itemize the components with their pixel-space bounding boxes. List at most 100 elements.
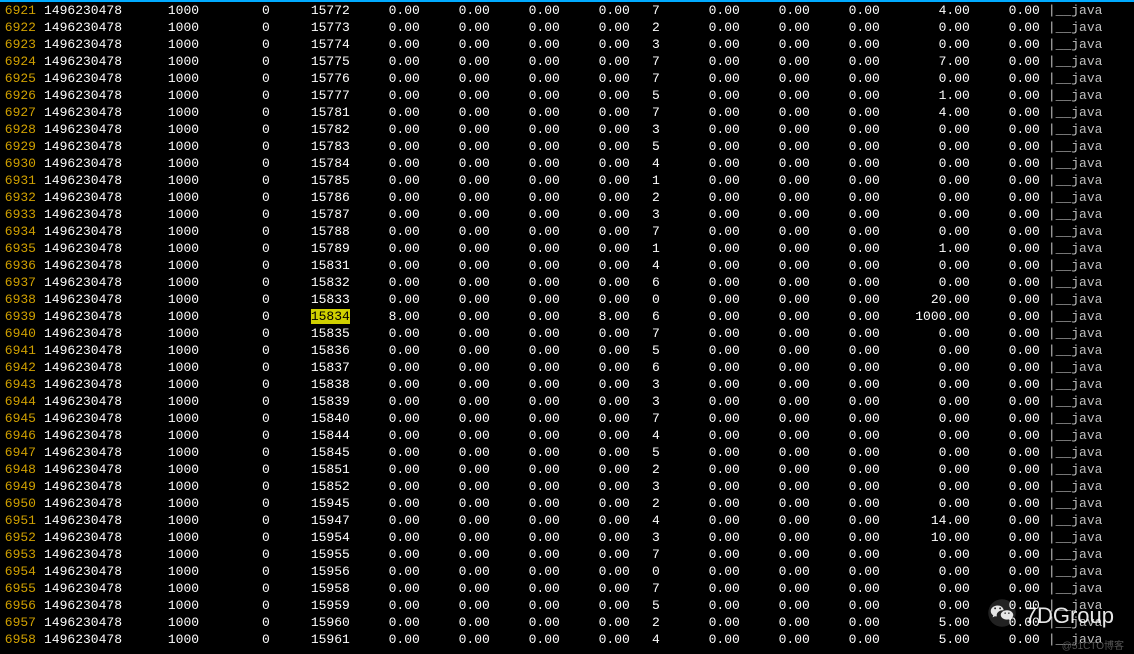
col6: 0.00	[424, 376, 494, 393]
col10: 0.00	[664, 240, 744, 257]
col8: 0.00	[564, 359, 634, 376]
col13: 1.00	[884, 87, 974, 104]
uid: 1000	[164, 36, 214, 53]
col8: 0.00	[564, 478, 634, 495]
table-row: 6946149623047810000158440.000.000.000.00…	[0, 427, 1134, 444]
col13: 0.00	[884, 597, 974, 614]
table-row: 6923149623047810000157740.000.000.000.00…	[0, 36, 1134, 53]
col10: 0.00	[664, 206, 744, 223]
line-number: 6925	[0, 70, 40, 87]
table-row: 6951149623047810000159470.000.000.000.00…	[0, 512, 1134, 529]
tid: 15774	[274, 36, 354, 53]
col10: 0.00	[664, 223, 744, 240]
col3: 0	[214, 172, 274, 189]
col14: 0.00	[974, 427, 1044, 444]
col9: 4	[634, 257, 664, 274]
col10: 0.00	[664, 172, 744, 189]
col10: 0.00	[664, 257, 744, 274]
col5: 0.00	[354, 495, 424, 512]
timestamp: 1496230478	[40, 563, 164, 580]
col3: 0	[214, 393, 274, 410]
col13: 0.00	[884, 580, 974, 597]
col11: 0.00	[744, 461, 814, 478]
table-row: 6952149623047810000159540.000.000.000.00…	[0, 529, 1134, 546]
table-row: 6950149623047810000159450.000.000.000.00…	[0, 495, 1134, 512]
table-row: 6929149623047810000157830.000.000.000.00…	[0, 138, 1134, 155]
col10: 0.00	[664, 512, 744, 529]
col11: 0.00	[744, 359, 814, 376]
col9: 4	[634, 155, 664, 172]
col6: 0.00	[424, 597, 494, 614]
line-number: 6929	[0, 138, 40, 155]
col13: 0.00	[884, 138, 974, 155]
col7: 0.00	[494, 19, 564, 36]
col9: 2	[634, 189, 664, 206]
uid: 1000	[164, 580, 214, 597]
col5: 0.00	[354, 206, 424, 223]
col7: 0.00	[494, 325, 564, 342]
col14: 0.00	[974, 240, 1044, 257]
col12: 0.00	[814, 512, 884, 529]
timestamp: 1496230478	[40, 631, 164, 648]
col14: 0.00	[974, 155, 1044, 172]
col6: 0.00	[424, 461, 494, 478]
line-number: 6933	[0, 206, 40, 223]
col13: 0.00	[884, 376, 974, 393]
tid: 15838	[274, 376, 354, 393]
col11: 0.00	[744, 138, 814, 155]
col8: 0.00	[564, 614, 634, 631]
tid: 15787	[274, 206, 354, 223]
col14: 0.00	[974, 121, 1044, 138]
col3: 0	[214, 529, 274, 546]
uid: 1000	[164, 87, 214, 104]
col6: 0.00	[424, 614, 494, 631]
col11: 0.00	[744, 53, 814, 70]
col10: 0.00	[664, 53, 744, 70]
col5: 0.00	[354, 36, 424, 53]
col6: 0.00	[424, 104, 494, 121]
col12: 0.00	[814, 274, 884, 291]
col9: 5	[634, 138, 664, 155]
line-number: 6944	[0, 393, 40, 410]
wechat-icon	[987, 598, 1017, 634]
col8: 0.00	[564, 410, 634, 427]
col7: 0.00	[494, 36, 564, 53]
uid: 1000	[164, 138, 214, 155]
col5: 0.00	[354, 257, 424, 274]
timestamp: 1496230478	[40, 495, 164, 512]
table-row: 6926149623047810000157770.000.000.000.00…	[0, 87, 1134, 104]
col5: 0.00	[354, 121, 424, 138]
line-number: 6928	[0, 121, 40, 138]
col11: 0.00	[744, 240, 814, 257]
col3: 0	[214, 274, 274, 291]
col3: 0	[214, 427, 274, 444]
tid: 15789	[274, 240, 354, 257]
col8: 0.00	[564, 104, 634, 121]
col5: 0.00	[354, 427, 424, 444]
uid: 1000	[164, 376, 214, 393]
col10: 0.00	[664, 495, 744, 512]
col5: 0.00	[354, 138, 424, 155]
col8: 0.00	[564, 495, 634, 512]
col6: 0.00	[424, 580, 494, 597]
col8: 0.00	[564, 546, 634, 563]
col5: 0.00	[354, 87, 424, 104]
uid: 1000	[164, 172, 214, 189]
col9: 7	[634, 223, 664, 240]
command: |__java	[1044, 257, 1134, 274]
col11: 0.00	[744, 2, 814, 19]
table-row: 6955149623047810000159580.000.000.000.00…	[0, 580, 1134, 597]
col11: 0.00	[744, 546, 814, 563]
table-row: 6949149623047810000158520.000.000.000.00…	[0, 478, 1134, 495]
col10: 0.00	[664, 427, 744, 444]
col6: 0.00	[424, 444, 494, 461]
col9: 3	[634, 478, 664, 495]
col12: 0.00	[814, 410, 884, 427]
col12: 0.00	[814, 223, 884, 240]
col7: 0.00	[494, 597, 564, 614]
col8: 0.00	[564, 393, 634, 410]
table-row: 6942149623047810000158370.000.000.000.00…	[0, 359, 1134, 376]
col7: 0.00	[494, 104, 564, 121]
col7: 0.00	[494, 563, 564, 580]
col7: 0.00	[494, 138, 564, 155]
